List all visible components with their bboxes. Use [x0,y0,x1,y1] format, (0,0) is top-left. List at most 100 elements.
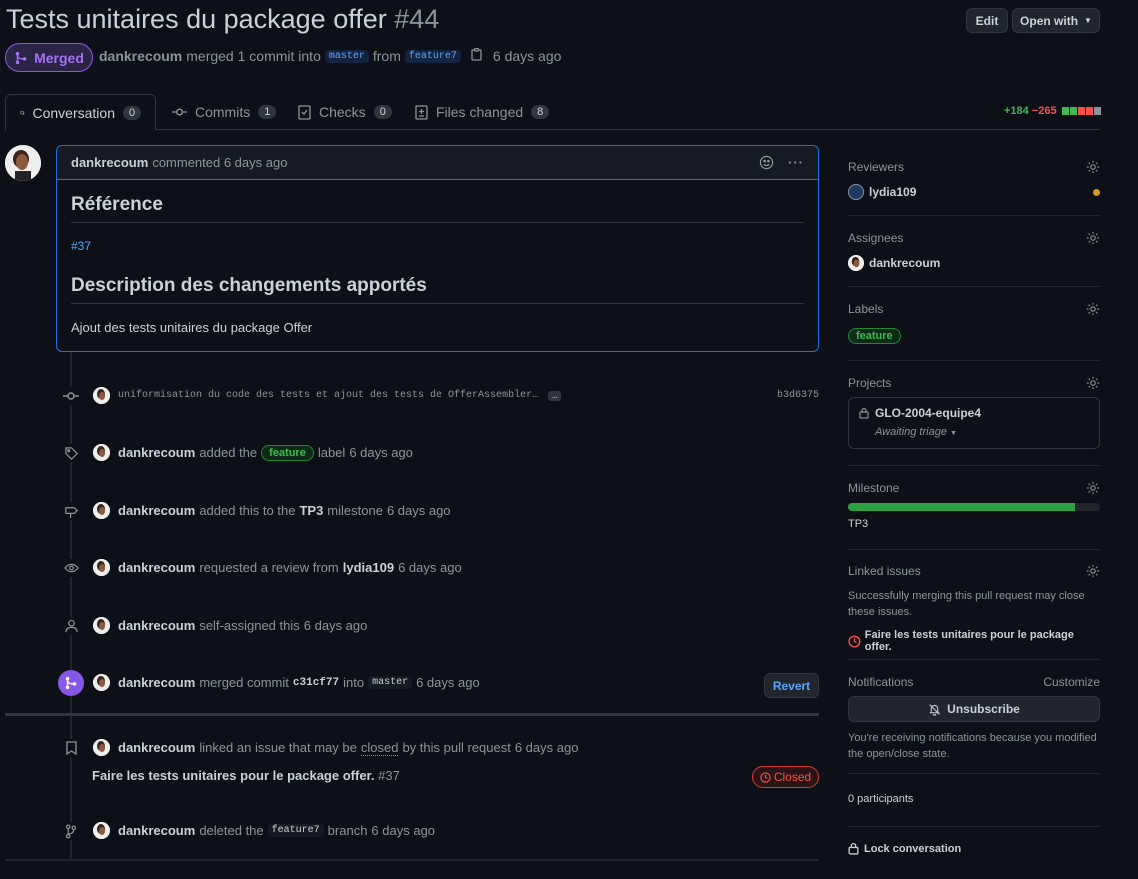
assignee-name[interactable]: dankrecoum [869,256,940,270]
avatar[interactable] [93,502,110,519]
gear-icon[interactable] [1086,481,1100,495]
event-actor[interactable]: dankrecoum [118,560,195,575]
avatar[interactable] [93,674,110,691]
git-merge-icon [58,670,84,696]
event-actor[interactable]: dankrecoum [118,618,195,633]
unsubscribe-button[interactable]: Unsubscribe [848,696,1100,722]
caret-down-icon: ▼ [1084,16,1092,25]
milestone-progress-fill [848,503,1075,511]
smiley-icon[interactable] [759,155,774,170]
event-actor[interactable]: dankrecoum [118,503,195,518]
linked-issue-row: Faire les tests unitaires pour le packag… [92,768,400,783]
author-link[interactable]: dankrecoum [99,48,182,64]
open-with-button[interactable]: Open with ▼ [1012,8,1100,33]
linked-issues-description: Successfully merging this pull request m… [848,590,1085,618]
avatar[interactable] [848,255,864,271]
from-text: from [372,48,401,64]
sidebar-heading: Milestone [848,481,900,495]
linked-issue-link[interactable]: Faire les tests unitaires pour le packag… [865,629,1100,653]
tab-label: Commits [195,104,251,120]
sidebar-heading: Labels [848,302,884,316]
linked-issue-title[interactable]: Faire les tests unitaires pour le packag… [92,768,375,783]
base-branch[interactable]: master [324,49,369,63]
edit-button[interactable]: Edit [966,8,1008,33]
sidebar-heading: Reviewers [848,160,905,174]
page-title: Tests unitaires du package offer #44 [6,4,439,35]
sidebar-reviewers: Reviewers lydia109 [848,160,1100,216]
sidebar-heading: Linked issues [848,564,921,578]
copy-icon[interactable] [471,48,483,64]
project-name[interactable]: GLO-2004-equipe4 [875,406,981,420]
commit-message[interactable]: uniformisation du code des tests et ajou… [118,390,538,401]
sidebar-linked-issues: Linked issues Successfully merging this … [848,564,1100,660]
avatar[interactable] [93,559,110,576]
issue-link[interactable]: #37 [71,239,91,253]
comment-body: Référence #37 Description des changement… [57,180,818,349]
event-actor[interactable]: dankrecoum [118,740,195,755]
deleted-branch: feature7 [267,824,324,837]
avatar[interactable] [93,617,110,634]
feature-label[interactable]: feature [261,444,314,461]
commit-sha[interactable]: b3d6375 [777,390,819,401]
tab-counter: 1 [258,105,277,119]
event-text: requested a review from [199,560,339,575]
git-commit-icon [62,387,80,405]
event-text: merged commit [199,675,289,690]
merge-commit-sha[interactable]: c31cf77 [293,677,339,689]
revert-button[interactable]: Revert [764,673,819,698]
eye-icon [62,559,80,577]
gear-icon[interactable] [1086,376,1100,390]
expand-commit-button[interactable]: … [548,390,562,401]
reviewer-name[interactable]: lydia109 [869,185,916,199]
kebab-horizontal-icon[interactable]: ··· [788,155,804,170]
closed-label: Closed [773,770,812,784]
project-card[interactable]: GLO-2004-equipe4 Awaiting triage ▼ [848,397,1100,449]
git-merge-icon [15,51,27,64]
git-commit-icon [172,108,187,116]
lock-conversation-link[interactable]: Lock conversation [848,842,961,855]
commit-row: uniformisation du code des tests et ajou… [93,387,562,404]
heading-description: Description des changements apportés [71,275,804,304]
tab-counter: 0 [123,105,141,120]
event-time: 6 days ago [371,823,436,838]
author-avatar[interactable] [5,145,41,181]
assign-event: dankrecoum self-assigned this 6 days ago [93,617,367,634]
event-text: linked an issue that may be [199,740,357,755]
gear-icon[interactable] [1086,302,1100,316]
gear-icon[interactable] [1086,160,1100,174]
milestone-link[interactable]: TP3 [299,503,323,518]
event-time: 6 days ago [416,675,480,690]
avatar[interactable] [93,444,110,461]
tab-label: Checks [319,104,366,120]
milestone-name[interactable]: TP3 [848,518,1100,530]
tab-conversation[interactable]: Conversation 0 [5,94,156,131]
event-time: 6 days ago [398,560,462,575]
comment-author[interactable]: dankrecoum [71,155,148,170]
base-branch[interactable]: master [368,676,413,689]
delete-branch-event: dankrecoum deleted the feature7 branch 6… [93,822,435,839]
avatar[interactable] [93,387,110,404]
gear-icon[interactable] [1086,231,1100,245]
event-actor[interactable]: dankrecoum [118,823,195,838]
linked-issue-number: #37 [378,768,400,783]
pending-review-dot-icon [1093,188,1100,196]
timeline-divider [5,859,819,861]
reviewer-link[interactable]: lydia109 [343,560,394,575]
head-branch[interactable]: feature7 [404,49,461,63]
sidebar-assignees: Assignees dankrecoum [848,231,1100,287]
customize-link[interactable]: Customize [1043,675,1100,689]
tab-checks[interactable]: Checks 0 [284,94,406,130]
event-actor[interactable]: dankrecoum [118,675,195,690]
issue-closed-icon [848,634,861,648]
project-status-dropdown[interactable]: Awaiting triage ▼ [875,426,1089,438]
event-actor[interactable]: dankrecoum [118,445,195,460]
milestone-icon [62,502,80,520]
file-diff-icon [415,104,428,120]
gear-icon[interactable] [1086,564,1100,578]
avatar[interactable] [848,184,864,200]
avatar[interactable] [93,739,110,756]
tab-files-changed[interactable]: Files changed 8 [401,94,563,130]
tab-commits[interactable]: Commits 1 [158,94,290,130]
feature-label[interactable]: feature [848,328,901,344]
avatar[interactable] [93,822,110,839]
